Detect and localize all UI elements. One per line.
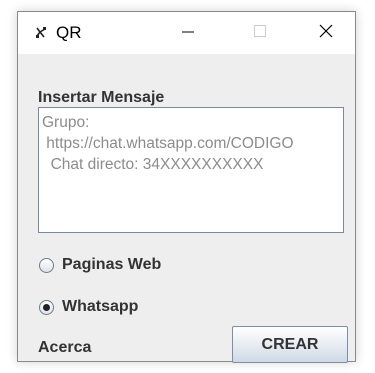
close-button[interactable] (303, 12, 349, 54)
create-button[interactable]: CREAR (232, 326, 348, 363)
radio-option-web[interactable]: Paginas Web (39, 256, 161, 274)
radio-whatsapp-label: Whatsapp (62, 298, 139, 315)
minimize-icon (180, 23, 196, 44)
minimize-button[interactable] (165, 12, 211, 54)
window-title: QR (56, 23, 82, 42)
radio-web-indicator[interactable] (39, 257, 54, 273)
message-textarea[interactable]: Grupo: https://chat.whatsapp.com/CODIGO … (38, 107, 344, 233)
maximize-icon (252, 23, 268, 44)
radio-web-label: Paginas Web (62, 256, 162, 273)
message-heading: Insertar Mensaje (38, 89, 165, 106)
form-panel: Insertar Mensaje Grupo: https://chat.wha… (18, 54, 355, 363)
qr-app-icon (34, 26, 48, 40)
radio-whatsapp-indicator[interactable] (39, 299, 54, 315)
qr-window: QR Insertar Mensaje Grupo: https://chat.… (17, 11, 356, 363)
maximize-button[interactable] (237, 12, 283, 54)
title-bar[interactable]: QR (18, 12, 355, 54)
about-link[interactable]: Acerca (38, 339, 91, 357)
radio-option-whatsapp[interactable]: Whatsapp (39, 298, 138, 316)
close-icon (318, 23, 334, 44)
